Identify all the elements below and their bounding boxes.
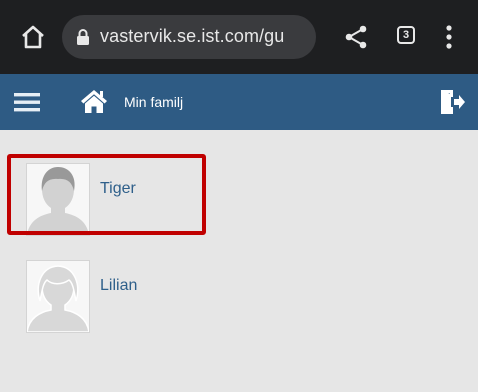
app-header: Min familj	[0, 74, 478, 130]
page-title: Min familj	[124, 94, 184, 110]
child-avatar-icon[interactable]	[26, 163, 90, 236]
logout-icon[interactable]	[438, 88, 466, 116]
address-bar[interactable]: vastervik.se.ist.com/gu	[62, 15, 316, 59]
share-icon[interactable]	[344, 24, 368, 50]
browser-toolbar: vastervik.se.ist.com/gu 3	[0, 0, 478, 74]
url-text: vastervik.se.ist.com/gu	[100, 26, 285, 46]
adult-avatar-icon[interactable]	[26, 260, 90, 333]
more-vert-icon[interactable]	[446, 25, 452, 49]
home-icon[interactable]	[20, 24, 46, 50]
lock-icon	[76, 28, 90, 46]
tabs-icon[interactable]: 3	[397, 26, 415, 44]
member-name-link[interactable]: Tiger	[100, 180, 136, 198]
house-icon[interactable]	[80, 88, 108, 114]
hamburger-icon[interactable]	[14, 90, 40, 114]
member-name-link[interactable]: Lilian	[100, 277, 137, 295]
family-member-item[interactable]: Lilian	[0, 245, 478, 341]
family-member-item[interactable]: Tiger	[0, 148, 478, 244]
